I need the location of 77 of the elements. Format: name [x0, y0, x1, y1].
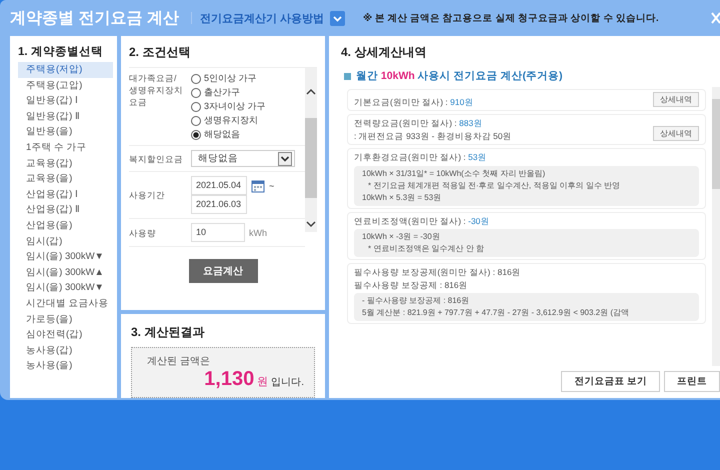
formula-line: * 연료비조정액은 일수계산 안 함 [367, 243, 486, 255]
contract-type-item[interactable]: 산업용(갑) Ⅱ [18, 202, 113, 218]
field-label: 사용량 [129, 226, 157, 238]
contract-type-item[interactable]: 주택용(고압) [18, 78, 113, 94]
contract-type-item[interactable]: 임시(을) 300kW▼ [18, 249, 113, 265]
result-suffix: 입니다. [271, 376, 304, 389]
radio-label: 3자녀이상 가구 [204, 100, 266, 113]
range-separator: ~ [269, 180, 274, 190]
scroll-up-icon[interactable] [306, 88, 316, 96]
scroll-down-icon[interactable] [306, 220, 316, 228]
details-button[interactable]: 상세내역 [653, 126, 699, 141]
radio-label: 생명유지장치 [204, 114, 258, 127]
formula-line: 10kWh × 5.3원 = 53원 [362, 192, 442, 204]
footer-button[interactable]: 프린트 [664, 371, 720, 392]
field-label: 대가족요금/ 생명유지장치 요금 [129, 72, 184, 108]
contract-type-item[interactable]: 농사용(갑) [18, 342, 113, 358]
formula-line: * 전기요금 체계개편 적용일 전·후로 일수계산, 적용일 이후의 일수 반영 [367, 180, 622, 192]
radio-button[interactable] [191, 88, 201, 98]
contract-type-item[interactable]: 시간대별 요금사용 [18, 296, 113, 312]
field-label: 사용기간 [129, 189, 166, 201]
contract-type-item[interactable]: 임시(갑) [18, 234, 113, 250]
details-heading: 월간 10kWh 사용시 전기요금 계산(주거용) [356, 69, 563, 83]
radio-label: 5인이상 가구 [204, 72, 257, 85]
start-date-field[interactable]: 2021.05.04 [191, 176, 247, 195]
radio-button[interactable] [191, 74, 201, 84]
scrollbar[interactable] [712, 87, 720, 366]
charge-detail: : 개편전요금 933원 - 환경비용차감 50원 [354, 130, 512, 142]
charge-line: 기후환경요금(원미만 절사) : 53원 [354, 151, 487, 164]
details-button[interactable]: 상세내역 [653, 92, 699, 107]
radio-button[interactable] [191, 102, 201, 112]
contract-type-item[interactable]: 주택용(저압) [18, 62, 113, 78]
end-date-field[interactable]: 2021.06.03 [191, 195, 247, 214]
formula-line: 5월 계산분 : 821.9원 + 797.7원 + 47.7원 - 27원 - 3,612.9원 < 903.2원 (감액 [362, 307, 630, 319]
contract-type-item[interactable]: 임시(을) 300kW▲ [18, 264, 113, 280]
charge-line: 기본요금(원미만 절사) : 910원 [354, 96, 474, 108]
contract-type-item[interactable]: 산업용(갑) Ⅰ [18, 186, 113, 202]
formula-line: 10kWh × 31/31일* = 10kWh(소수 첫째 자리 반올림) [362, 168, 546, 180]
contract-type-item[interactable]: 산업용(을) [18, 218, 113, 234]
section-title: 1. 계약종별선택 [18, 45, 104, 60]
contract-type-item[interactable]: 가로등(을) [18, 312, 113, 328]
charge-line: 필수사용량 보장공제(원미만 절사) : 816원 [354, 266, 521, 278]
calculate-button[interactable]: 요금계산 [188, 259, 258, 283]
charge-line: 전력량요금(원미만 절사) : 883원 [354, 117, 484, 130]
contract-type-item[interactable]: 일반용(갑) Ⅰ [18, 93, 113, 109]
contract-type-item[interactable]: 교육용(을) [18, 171, 113, 187]
result-label: 계산된 금액은 [147, 355, 211, 368]
contract-type-item[interactable]: 일반용(을) [18, 124, 113, 140]
usage-field[interactable]: 10 [191, 223, 245, 242]
section-title: 2. 조건선택 [129, 44, 192, 61]
formula-line: 10kWh × -3원 = -30원 [362, 231, 441, 243]
contract-type-item[interactable]: 일반용(갑) Ⅱ [18, 108, 113, 124]
square-bullet-icon [344, 72, 351, 80]
footer-button[interactable]: 전기요금표 보기 [561, 371, 660, 392]
welfare-dropdown[interactable]: 해당없음 [191, 150, 295, 167]
unit-label: kWh [249, 228, 267, 238]
notice-text: ※ 본 계산 금액은 참고용으로 실제 청구요금과 상이할 수 있습니다. [362, 12, 659, 24]
chevron-down-icon[interactable] [330, 10, 345, 26]
scrollbar[interactable] [305, 68, 317, 232]
contract-type-item[interactable]: 임시(을) 300kW▼ [18, 280, 113, 296]
radio-button[interactable] [191, 116, 201, 126]
contract-type-item[interactable]: 농사용(을) [18, 358, 113, 374]
section-title: 4. 상세계산내역 [341, 44, 428, 61]
section-title: 3. 계산된결과 [131, 324, 206, 341]
contract-type-item[interactable]: 1주택 수 가구 [18, 140, 113, 156]
radio-label: 해당없음 [204, 128, 240, 141]
formula-line: - 필수사용량 보장공제 : 816원 [362, 295, 470, 307]
currency-unit: 원 [257, 375, 268, 389]
charge-detail: 필수사용량 보장공제 : 816원 [354, 278, 469, 291]
field-label: 복지할인요금 [129, 152, 184, 164]
page-title: 계약종별 전기요금 계산 [10, 8, 179, 28]
radio-label: 출산가구 [204, 86, 240, 99]
result-amount: 1,130 [204, 368, 254, 391]
contract-type-item[interactable]: 교육용(갑) [18, 156, 113, 172]
radio-button[interactable] [191, 130, 201, 140]
calendar-icon[interactable] [251, 178, 265, 192]
charge-line: 연료비조정액(원미만 절사) : -30원 [354, 214, 490, 227]
contract-type-item[interactable]: 심야전력(갑) [18, 327, 113, 343]
